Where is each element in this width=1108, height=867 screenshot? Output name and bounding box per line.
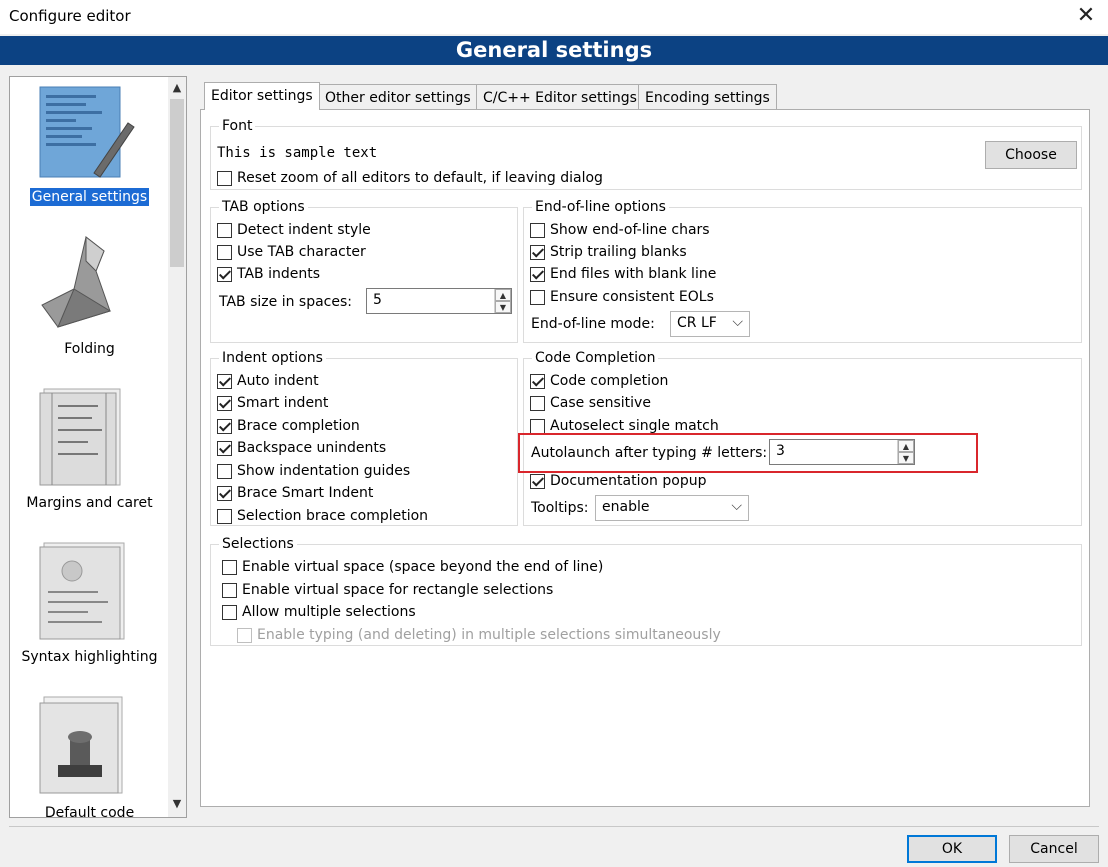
tab-size-spinner[interactable]: 5 ▲ ▼: [366, 288, 512, 314]
eol-mode-label: End-of-line mode:: [531, 316, 655, 332]
tab-editor-settings[interactable]: Editor settings: [204, 82, 320, 110]
selections-group: Selections Enable virtual space (space b…: [210, 535, 1082, 646]
scrollbar-thumb[interactable]: [170, 99, 184, 267]
scroll-up-icon[interactable]: ▲: [168, 79, 186, 97]
section-banner: General settings: [0, 36, 1108, 65]
sidebar-label-folding: Folding: [64, 341, 115, 357]
sidebar-label-syntax-highlighting: Syntax highlighting: [21, 649, 158, 665]
eol-mode-value: CR LF: [677, 315, 717, 331]
folding-icon: [41, 235, 112, 328]
close-icon[interactable]: ✕: [1072, 2, 1100, 30]
tooltips-label: Tooltips:: [531, 500, 589, 516]
sidebar-label-general-settings: General settings: [29, 188, 150, 206]
font-sample-text: This is sample text: [217, 145, 378, 161]
documentation-popup-checkbox[interactable]: Documentation popup: [530, 471, 706, 491]
chevron-down-icon: ⌵: [732, 314, 743, 330]
sidebar-item-general-settings[interactable]: General settings: [10, 81, 169, 207]
font-group-title: Font: [219, 117, 256, 135]
virtual-rect-checkbox[interactable]: Enable virtual space for rectangle selec…: [222, 580, 553, 600]
detect-indent-checkbox[interactable]: Detect indent style: [217, 220, 371, 240]
footer-divider: [9, 826, 1099, 827]
indent-options-title: Indent options: [219, 349, 326, 367]
tab-options-title: TAB options: [219, 198, 308, 216]
show-eol-checkbox[interactable]: Show end-of-line chars: [530, 220, 710, 240]
tab-indents-checkbox[interactable]: TAB indents: [217, 264, 320, 284]
eol-options-title: End-of-line options: [532, 198, 669, 216]
selection-brace-checkbox[interactable]: Selection brace completion: [217, 506, 428, 526]
window-title: Configure editor: [9, 7, 131, 25]
smart-indent-checkbox[interactable]: Smart indent: [217, 393, 328, 413]
case-sensitive-checkbox[interactable]: Case sensitive: [530, 393, 651, 413]
tab-options-group: TAB options Detect indent style Use TAB …: [210, 198, 518, 343]
sidebar-scrollbar[interactable]: ▲ ▼: [168, 77, 186, 817]
show-indent-guides-checkbox[interactable]: Show indentation guides: [217, 461, 410, 481]
spin-down-icon[interactable]: ▼: [495, 301, 511, 313]
selections-title: Selections: [219, 535, 297, 553]
sidebar-item-default-code[interactable]: Default code: [10, 689, 169, 818]
checkbox-box: [217, 170, 232, 186]
reset-zoom-label: Reset zoom of all editors to default, if…: [237, 170, 603, 186]
category-sidebar: General settings Folding Margins and car…: [9, 76, 187, 818]
code-completion-group: Code Completion Code completion Case sen…: [518, 349, 1082, 526]
tab-size-value: 5: [373, 292, 382, 308]
tooltips-select[interactable]: enable ⌵: [595, 495, 749, 521]
multi-typing-checkbox[interactable]: Enable typing (and deleting) in multiple…: [237, 625, 721, 645]
syntax-highlighting-icon: [39, 542, 125, 640]
reset-zoom-checkbox[interactable]: Reset zoom of all editors to default, if…: [217, 168, 603, 188]
sidebar-label-margins-and-caret: Margins and caret: [26, 495, 153, 511]
sidebar-label-default-code: Default code: [44, 805, 135, 818]
font-group: Font This is sample text Reset zoom of a…: [210, 117, 1082, 190]
brace-completion-checkbox[interactable]: Brace completion: [217, 416, 360, 436]
indent-options-group: Indent options Auto indent Smart indent …: [210, 349, 518, 526]
tab-cpp-editor-settings[interactable]: C/C++ Editor settings: [476, 84, 644, 110]
eol-options-group: End-of-line options Show end-of-line cha…: [523, 198, 1082, 343]
chevron-down-icon: ⌵: [731, 498, 742, 514]
multiple-selections-checkbox[interactable]: Allow multiple selections: [222, 602, 416, 622]
code-completion-checkbox[interactable]: Code completion: [530, 371, 668, 391]
general-settings-icon: [39, 86, 135, 178]
end-blank-line-checkbox[interactable]: End files with blank line: [530, 264, 716, 284]
configure-editor-dialog: Configure editor ✕ General settings Gene…: [0, 0, 1108, 867]
tab-encoding-settings[interactable]: Encoding settings: [638, 84, 777, 110]
default-code-icon: [39, 696, 123, 794]
consistent-eol-checkbox[interactable]: Ensure consistent EOLs: [530, 287, 714, 307]
ok-button[interactable]: OK: [907, 835, 997, 863]
virtual-space-checkbox[interactable]: Enable virtual space (space beyond the e…: [222, 557, 603, 577]
choose-font-button[interactable]: Choose: [985, 141, 1077, 169]
auto-indent-checkbox[interactable]: Auto indent: [217, 371, 319, 391]
cancel-button[interactable]: Cancel: [1009, 835, 1099, 863]
strip-trailing-checkbox[interactable]: Strip trailing blanks: [530, 242, 687, 262]
title-bar: Configure editor ✕: [0, 0, 1108, 34]
highlight-box: [518, 433, 978, 473]
sidebar-item-margins-and-caret[interactable]: Margins and caret: [10, 381, 169, 515]
eol-mode-select[interactable]: CR LF ⌵: [670, 311, 750, 337]
sidebar-item-syntax-highlighting[interactable]: Syntax highlighting: [10, 535, 169, 669]
use-tab-checkbox[interactable]: Use TAB character: [217, 242, 366, 262]
brace-smart-indent-checkbox[interactable]: Brace Smart Indent: [217, 483, 373, 503]
margins-and-caret-icon: [39, 388, 121, 486]
backspace-unindents-checkbox[interactable]: Backspace unindents: [217, 438, 386, 458]
sidebar-item-folding[interactable]: Folding: [10, 227, 169, 361]
spin-up-icon[interactable]: ▲: [495, 289, 511, 301]
tab-other-editor-settings[interactable]: Other editor settings: [318, 84, 478, 110]
tab-size-label: TAB size in spaces:: [219, 294, 352, 310]
code-completion-title: Code Completion: [532, 349, 659, 367]
tooltips-value: enable: [602, 499, 650, 515]
scroll-down-icon[interactable]: ▼: [168, 795, 186, 813]
